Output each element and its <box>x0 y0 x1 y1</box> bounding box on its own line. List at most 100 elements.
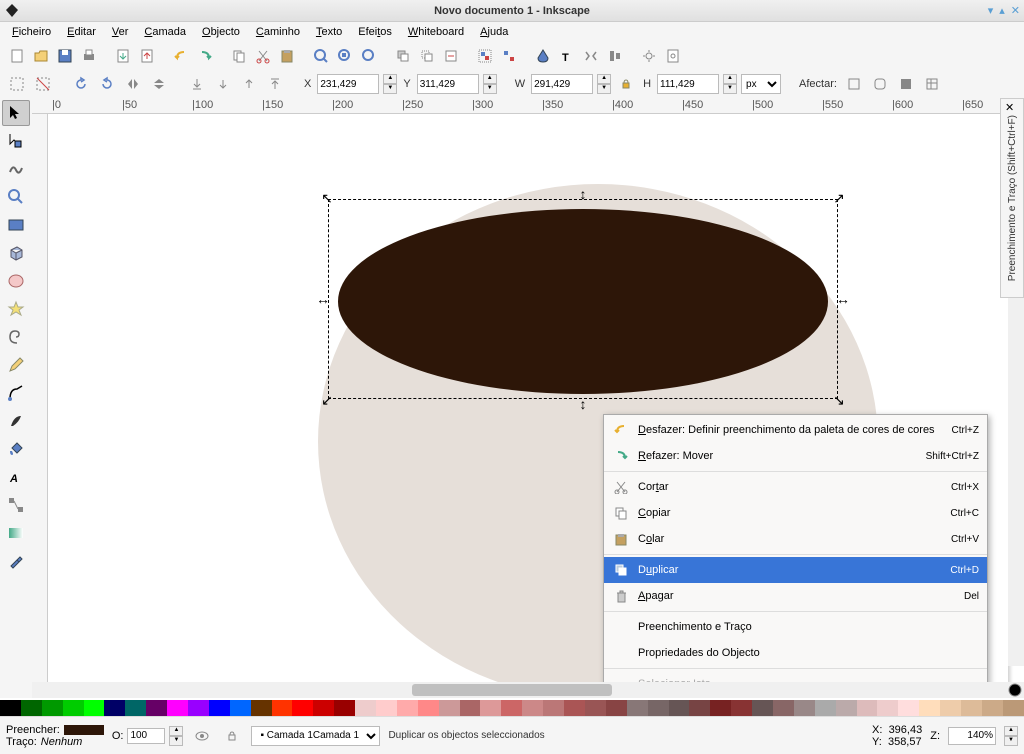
palette-swatch[interactable] <box>710 700 731 716</box>
maximize-button[interactable]: ▴ <box>999 4 1005 17</box>
zoom-spinner[interactable]: ▲▼ <box>1004 726 1018 746</box>
tweak-tool[interactable] <box>2 156 30 182</box>
affect-pattern-button[interactable] <box>921 73 943 95</box>
palette-swatch[interactable] <box>313 700 334 716</box>
ctx-undo[interactable]: Desfazer: Definir preenchimento da palet… <box>604 417 987 443</box>
dock-panel-fill[interactable]: Preenchimento e Traço (Shift+Ctrl+F) ✕ <box>1000 98 1024 298</box>
gradient-tool[interactable] <box>2 520 30 546</box>
palette-swatch[interactable] <box>648 700 669 716</box>
palette-swatch[interactable] <box>397 700 418 716</box>
connector-tool[interactable] <box>2 492 30 518</box>
ctx-copy[interactable]: Copiar Ctrl+C <box>604 500 987 526</box>
ctx-duplicate[interactable]: Duplicar Ctrl+D <box>604 557 987 583</box>
h-input[interactable] <box>657 74 719 94</box>
zoom-tool[interactable] <box>2 184 30 210</box>
ctx-properties[interactable]: Propriedades do Objecto <box>604 640 987 666</box>
opacity-spinner[interactable]: ▲▼ <box>169 726 183 746</box>
palette-swatch[interactable] <box>334 700 355 716</box>
bezier-tool[interactable] <box>2 380 30 406</box>
palette-swatch[interactable] <box>125 700 146 716</box>
palette-swatch[interactable] <box>42 700 63 716</box>
palette-swatch[interactable] <box>543 700 564 716</box>
palette-swatch[interactable] <box>292 700 313 716</box>
menu-caminho[interactable]: Caminho <box>248 24 308 40</box>
resize-handle-s[interactable]: ↕ <box>577 398 589 410</box>
resize-handle-sw[interactable]: ↙ <box>321 394 333 406</box>
palette-swatch[interactable] <box>63 700 84 716</box>
cut-button[interactable] <box>252 45 274 67</box>
palette-swatch[interactable] <box>940 700 961 716</box>
menu-ajuda[interactable]: Ajuda <box>472 24 516 40</box>
palette-swatch[interactable] <box>146 700 167 716</box>
clone-button[interactable] <box>416 45 438 67</box>
w-spinner[interactable]: ▲▼ <box>597 74 611 94</box>
palette-swatch[interactable] <box>564 700 585 716</box>
palette-swatch[interactable] <box>898 700 919 716</box>
3dbox-tool[interactable] <box>2 240 30 266</box>
ctx-fill-stroke[interactable]: Preenchimento e Traço <box>604 614 987 640</box>
palette-swatch[interactable] <box>439 700 460 716</box>
undo-button[interactable] <box>170 45 192 67</box>
palette-swatch[interactable] <box>815 700 836 716</box>
group-button[interactable] <box>474 45 496 67</box>
ctx-delete[interactable]: Apagar Del <box>604 583 987 609</box>
palette-swatch[interactable] <box>188 700 209 716</box>
text-tool[interactable]: A <box>2 464 30 490</box>
palette-swatch[interactable] <box>501 700 522 716</box>
x-input[interactable] <box>317 74 379 94</box>
align-button[interactable] <box>604 45 626 67</box>
resize-handle-se[interactable]: ↘ <box>833 394 845 406</box>
menu-texto[interactable]: Texto <box>308 24 350 40</box>
doc-properties-button[interactable] <box>662 45 684 67</box>
color-wheel-icon[interactable] <box>1008 683 1022 697</box>
fill-swatch[interactable] <box>64 725 104 735</box>
palette-swatch[interactable] <box>773 700 794 716</box>
ctx-redo[interactable]: Refazer: Mover Shift+Ctrl+Z <box>604 443 987 469</box>
palette-swatch[interactable] <box>794 700 815 716</box>
close-button[interactable]: ✕ <box>1011 4 1020 17</box>
dropper-tool[interactable] <box>2 548 30 574</box>
ellipse-tool[interactable] <box>2 268 30 294</box>
palette-swatch[interactable] <box>376 700 397 716</box>
affect-stroke-button[interactable] <box>843 73 865 95</box>
ungroup-button[interactable] <box>498 45 520 67</box>
save-button[interactable] <box>54 45 76 67</box>
layer-select[interactable]: ▪ Camada 1Camada 1 <box>251 726 380 746</box>
duplicate-button[interactable] <box>392 45 414 67</box>
menu-ver[interactable]: Ver <box>104 24 137 40</box>
pencil-tool[interactable] <box>2 352 30 378</box>
palette-swatch[interactable] <box>167 700 188 716</box>
palette-swatch[interactable] <box>669 700 690 716</box>
menu-camada[interactable]: Camada <box>136 24 194 40</box>
palette-swatch[interactable] <box>84 700 105 716</box>
palette-swatch[interactable] <box>460 700 481 716</box>
palette-swatch[interactable] <box>752 700 773 716</box>
lower-bottom-button[interactable] <box>186 73 208 95</box>
palette-swatch[interactable] <box>606 700 627 716</box>
opacity-input[interactable] <box>127 728 165 744</box>
palette-swatch[interactable] <box>919 700 940 716</box>
rectangle-tool[interactable] <box>2 212 30 238</box>
palette-swatch[interactable] <box>836 700 857 716</box>
calligraphy-tool[interactable] <box>2 408 30 434</box>
zoom-page-button[interactable] <box>334 45 356 67</box>
palette-swatch[interactable] <box>251 700 272 716</box>
deselect-button[interactable] <box>32 73 54 95</box>
palette-swatch[interactable] <box>272 700 293 716</box>
palette-swatch[interactable] <box>877 700 898 716</box>
open-button[interactable] <box>30 45 52 67</box>
palette-swatch[interactable] <box>104 700 125 716</box>
node-tool[interactable] <box>2 128 30 154</box>
affect-gradient-button[interactable] <box>895 73 917 95</box>
palette-swatch[interactable] <box>961 700 982 716</box>
palette-swatch[interactable] <box>627 700 648 716</box>
copy-button[interactable] <box>228 45 250 67</box>
canvas[interactable]: ↖ ↕ ↗ ↔ ↔ ↙ ↕ ↘ Desfazer: Definir preenc… <box>48 114 1024 682</box>
raise-button[interactable] <box>238 73 260 95</box>
palette-swatch[interactable] <box>230 700 251 716</box>
flip-h-button[interactable] <box>122 73 144 95</box>
y-spinner[interactable]: ▲▼ <box>483 74 497 94</box>
w-input[interactable] <box>531 74 593 94</box>
ctx-cut[interactable]: Cortar Ctrl+X <box>604 474 987 500</box>
palette-swatch[interactable] <box>480 700 501 716</box>
